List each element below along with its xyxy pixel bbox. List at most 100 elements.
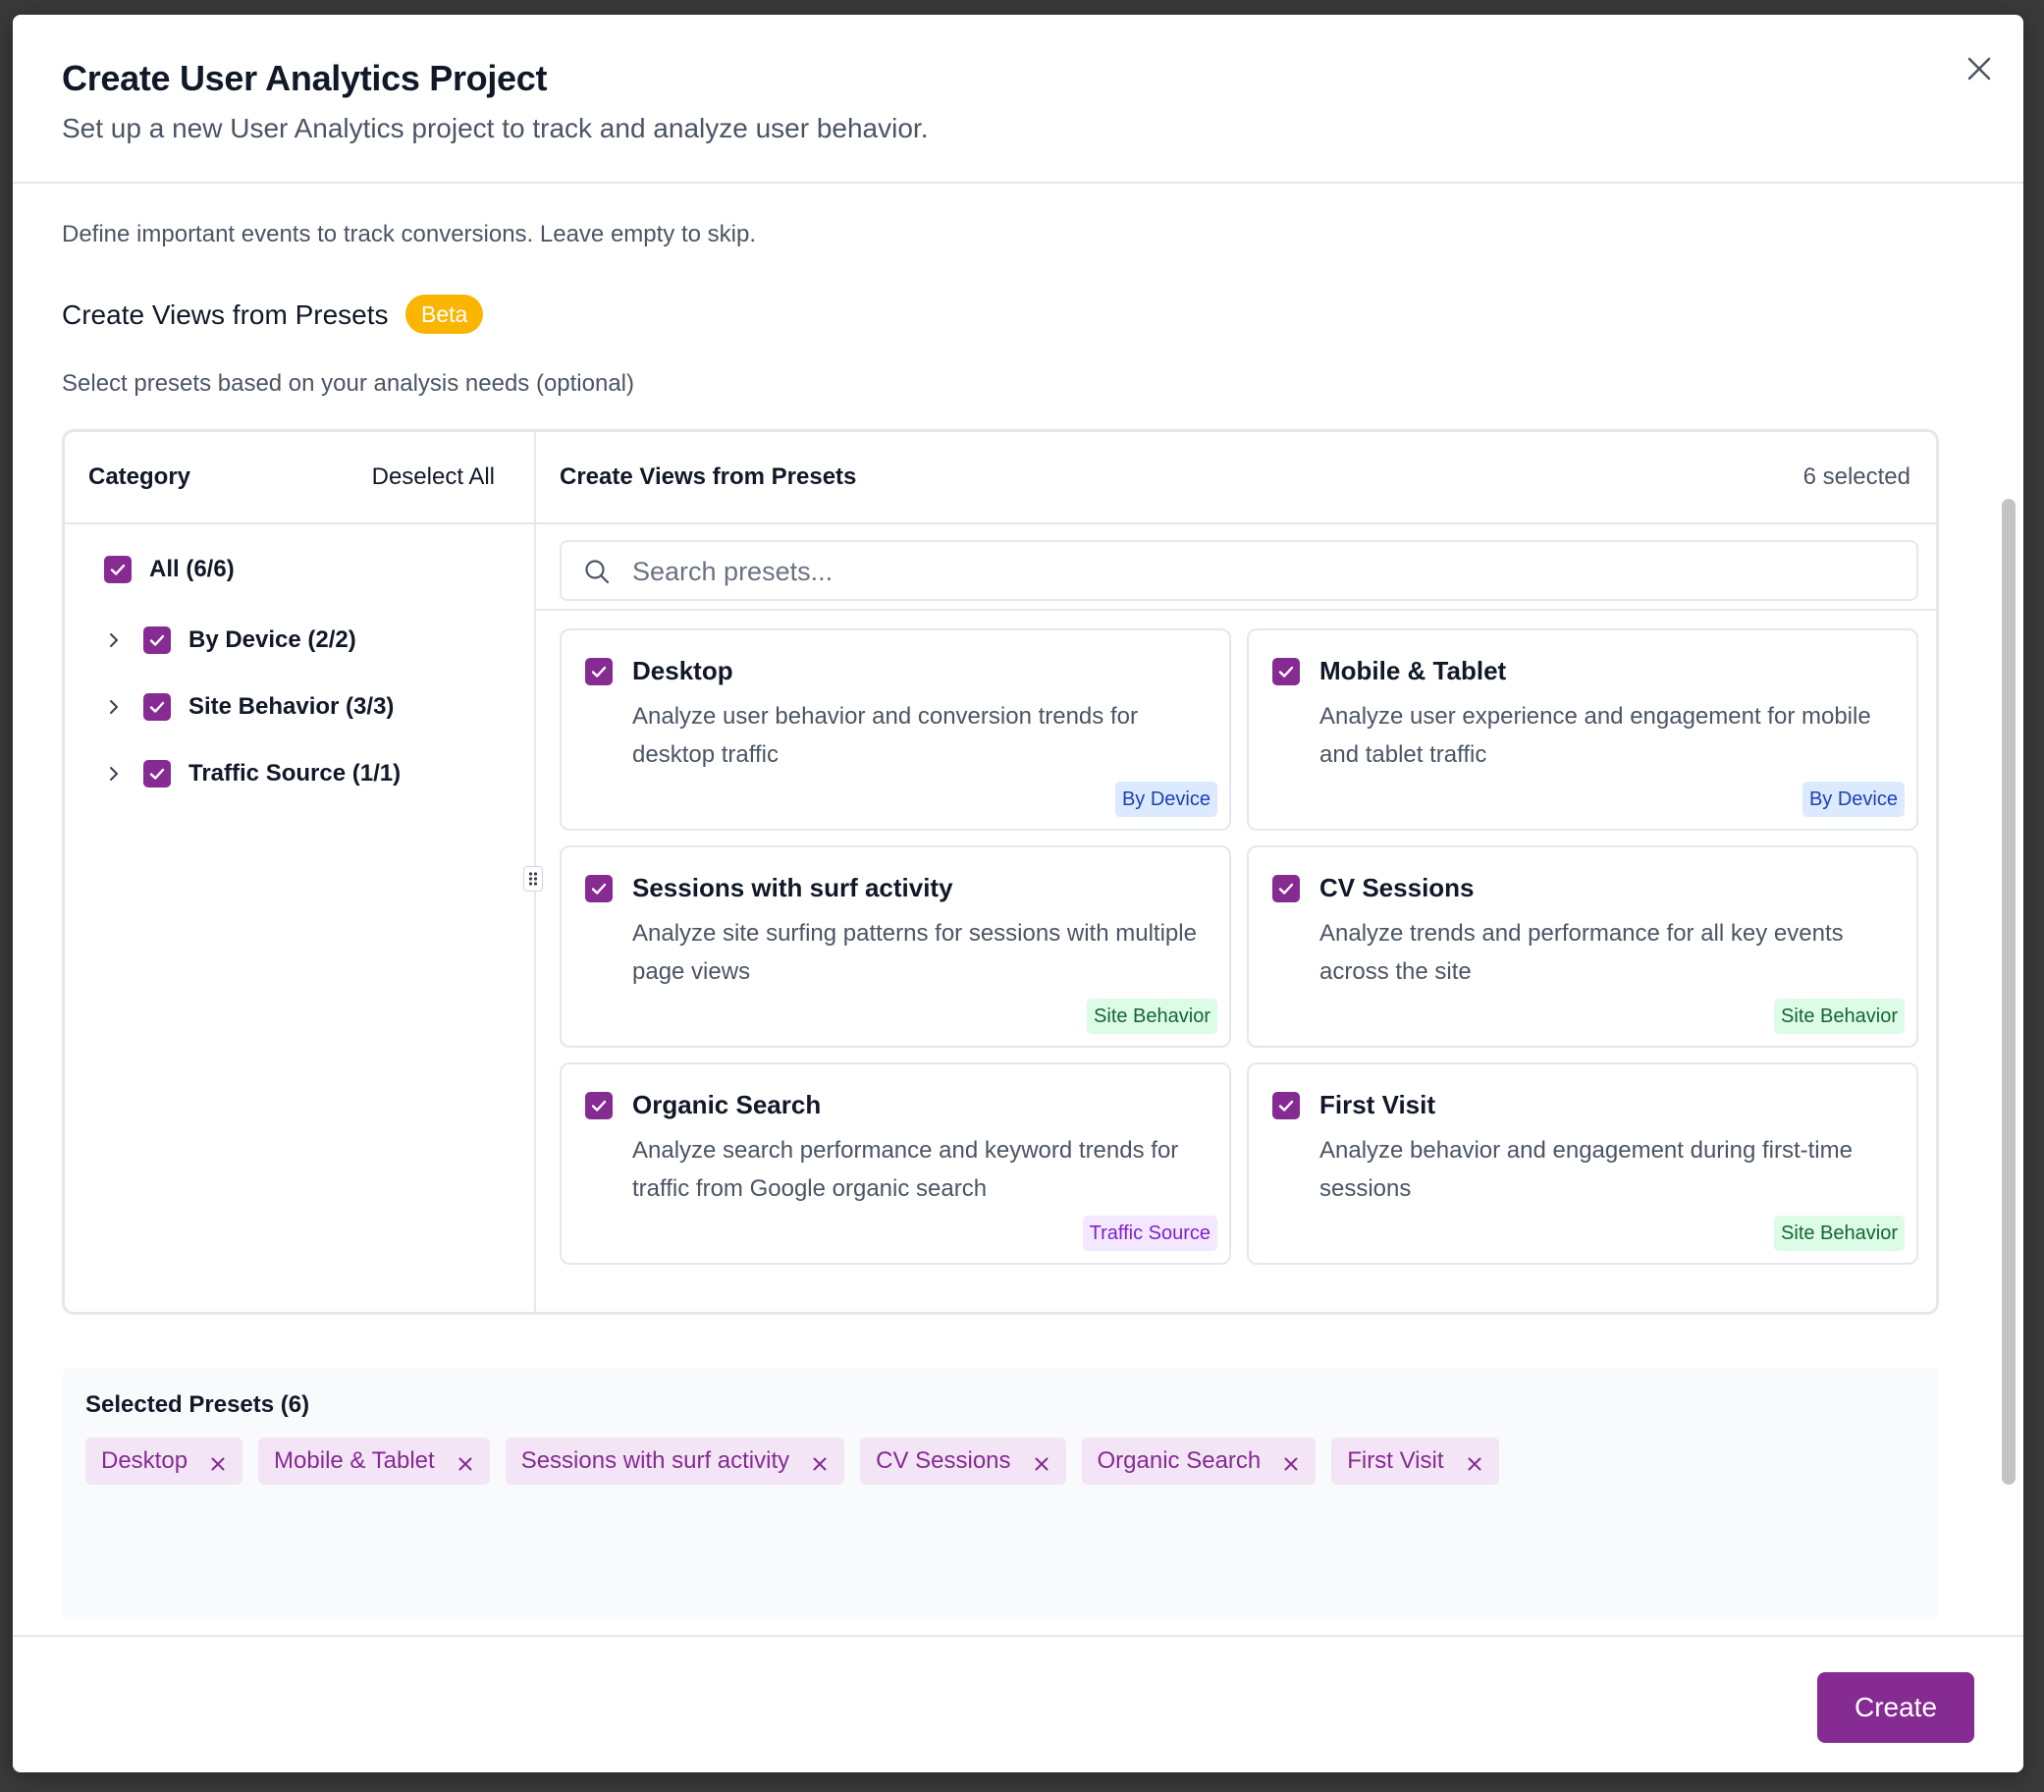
checkmark-icon: [110, 564, 126, 575]
presets-section-description: Select presets based on your analysis ne…: [62, 370, 635, 397]
checkmark-icon: [149, 634, 165, 646]
dialog-body: Define important events to track convers…: [13, 184, 2023, 1647]
preset-card-desktop[interactable]: Desktop Analyze user behavior and conver…: [560, 628, 1231, 831]
checkmark-icon: [591, 883, 607, 895]
chip-organic-search: Organic Search: [1081, 1438, 1317, 1485]
preset-description: Analyze search performance and keyword t…: [632, 1137, 1179, 1202]
preset-title: CV Sessions: [1319, 873, 1475, 902]
preset-title: Mobile & Tablet: [1319, 656, 1507, 685]
conversion-events-hint: Define important events to track convers…: [62, 221, 757, 247]
remove-icon[interactable]: [811, 1452, 829, 1471]
preset-category-tag: Site Behavior: [1087, 999, 1217, 1034]
checkmark-icon: [1278, 883, 1294, 895]
category-label: All (6/6): [149, 556, 235, 582]
preset-category-tag: Site Behavior: [1774, 999, 1905, 1034]
chip-label: Mobile & Tablet: [274, 1447, 435, 1474]
chip-label: Organic Search: [1097, 1447, 1262, 1474]
deselect-all-button[interactable]: Deselect All: [372, 463, 495, 491]
preset-description: Analyze user behavior and conversion tre…: [632, 703, 1138, 768]
search-input[interactable]: [630, 550, 1901, 593]
remove-icon[interactable]: [209, 1452, 227, 1471]
preset-checkbox[interactable]: [585, 1092, 613, 1119]
search-box[interactable]: [560, 540, 1918, 601]
preset-checkbox[interactable]: [585, 658, 613, 685]
chip-mobile-tablet: Mobile & Tablet: [258, 1438, 490, 1485]
presets-header-title: Create Views from Presets: [560, 463, 857, 490]
selected-presets-title: Selected Presets (6): [85, 1391, 310, 1418]
preset-category-tag: By Device: [1802, 782, 1905, 817]
chevron-right-icon[interactable]: [104, 697, 124, 717]
category-checkbox[interactable]: [143, 693, 171, 721]
checkmark-icon: [1278, 666, 1294, 678]
presets-header: Create Views from Presets 6 selected: [536, 432, 1936, 524]
checkmark-icon: [591, 666, 607, 678]
remove-icon[interactable]: [1033, 1452, 1050, 1471]
chevron-right-icon[interactable]: [104, 630, 124, 650]
create-button[interactable]: Create: [1817, 1672, 1974, 1743]
category-item-traffic-source[interactable]: Traffic Source (1/1): [104, 760, 401, 787]
category-header-title: Category: [88, 463, 191, 490]
category-label: Traffic Source (1/1): [188, 760, 402, 787]
chip-label: First Visit: [1347, 1447, 1444, 1474]
preset-category-tag: By Device: [1114, 782, 1217, 817]
presets-panel: Create Views from Presets 6 selected Sea…: [536, 432, 1936, 1312]
preset-title: First Visit: [1319, 1090, 1436, 1119]
create-project-dialog: Create User Analytics Project Set up a n…: [13, 15, 2023, 1772]
search-icon: [585, 560, 610, 584]
category-item-site-behavior[interactable]: Site Behavior (3/3): [104, 693, 394, 721]
checkmark-icon: [149, 701, 165, 713]
preset-title: Sessions with surf activity: [632, 873, 953, 902]
preset-checkbox[interactable]: [1272, 875, 1300, 902]
remove-icon[interactable]: [457, 1452, 474, 1471]
preset-card-sessions-surf[interactable]: Sessions with surf activity Analyze site…: [560, 845, 1231, 1048]
dialog-title: Create User Analytics Project: [62, 58, 548, 98]
remove-icon[interactable]: [1282, 1452, 1300, 1471]
dialog-header: Create User Analytics Project Set up a n…: [13, 15, 2023, 184]
chip-label: Sessions with surf activity: [520, 1447, 790, 1474]
search-bar: [536, 524, 1936, 611]
category-header: Category Deselect All: [65, 432, 534, 524]
category-checkbox[interactable]: [143, 626, 171, 654]
selected-chips: Desktop Mobile & Tablet Sessions with su…: [85, 1438, 1499, 1485]
chip-cv-sessions: CV Sessions: [860, 1438, 1066, 1485]
preset-category-tag: Traffic Source: [1082, 1216, 1217, 1251]
preset-card-mobile-tablet[interactable]: Mobile & Tablet Analyze user experience …: [1247, 628, 1918, 831]
category-item-by-device[interactable]: By Device (2/2): [104, 626, 356, 654]
category-item-all[interactable]: All (6/6): [104, 556, 235, 583]
preset-title: Desktop: [632, 656, 733, 685]
checkmark-icon: [591, 1100, 607, 1112]
preset-card-cv-sessions[interactable]: CV Sessions Analyze trends and performan…: [1247, 845, 1918, 1048]
selected-presets-box: Selected Presets (6) Desktop Mobile & Ta…: [62, 1368, 1939, 1619]
category-checkbox[interactable]: [104, 556, 132, 583]
preset-card-first-visit[interactable]: First Visit Analyze behavior and engagem…: [1247, 1062, 1918, 1265]
chevron-right-icon[interactable]: [104, 764, 124, 784]
remove-icon[interactable]: [1466, 1452, 1483, 1471]
presets-section-title: Create Views from Presets: [62, 299, 389, 330]
chip-label: CV Sessions: [876, 1447, 1011, 1474]
preset-checkbox[interactable]: [1272, 1092, 1300, 1119]
preset-checkbox[interactable]: [585, 875, 613, 902]
dialog-footer: Create: [13, 1635, 2023, 1772]
category-label: By Device (2/2): [188, 626, 356, 653]
chip-label: Desktop: [101, 1447, 188, 1474]
chip-first-visit: First Visit: [1331, 1438, 1499, 1485]
preset-category-tag: Site Behavior: [1774, 1216, 1905, 1251]
dialog-subtitle: Set up a new User Analytics project to t…: [62, 113, 929, 143]
preset-title: Organic Search: [632, 1090, 822, 1119]
preset-description: Analyze site surfing patterns for sessio…: [632, 920, 1197, 985]
category-label: Site Behavior (3/3): [188, 693, 395, 720]
preset-description: Analyze behavior and engagement during f…: [1319, 1137, 1853, 1202]
chip-sessions-surf: Sessions with surf activity: [505, 1438, 845, 1485]
selected-count: 6 selected: [1802, 463, 1910, 490]
preset-card-organic-search[interactable]: Organic Search Analyze search performanc…: [560, 1062, 1231, 1265]
checkmark-icon: [149, 768, 165, 780]
chip-desktop: Desktop: [85, 1438, 243, 1485]
preset-description: Analyze trends and performance for all k…: [1319, 920, 1844, 985]
checkmark-icon: [1278, 1100, 1294, 1112]
beta-badge: Beta: [405, 295, 484, 334]
category-checkbox[interactable]: [143, 760, 171, 787]
scrollbar-thumb[interactable]: [2002, 499, 2016, 1485]
preset-description: Analyze user experience and engagement f…: [1319, 703, 1871, 768]
category-panel: Category Deselect All All (6/6) By Devic…: [65, 432, 536, 1312]
preset-checkbox[interactable]: [1272, 658, 1300, 685]
